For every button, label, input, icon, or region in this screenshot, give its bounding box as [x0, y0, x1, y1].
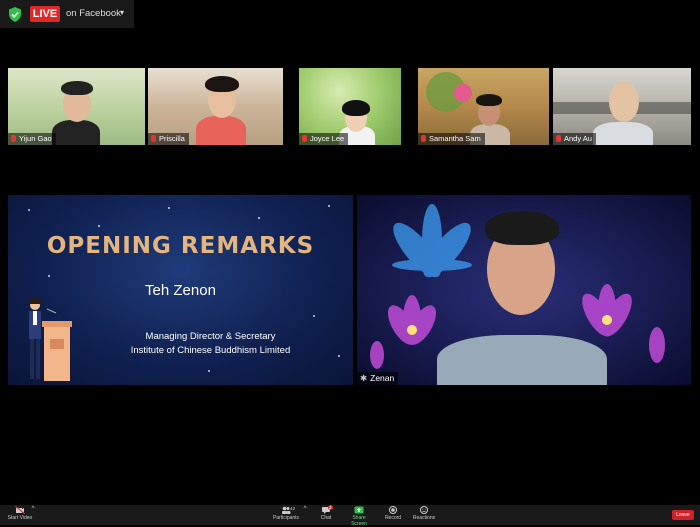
meeting-toolbar: Start Video ^ Participants 42 ^ Chat 3 S…	[0, 505, 700, 527]
mic-muted-icon	[302, 135, 307, 142]
participant-name-tag: Samantha Sam	[418, 133, 485, 145]
reactions-button[interactable]: Reactions	[412, 506, 436, 521]
leave-button[interactable]: Leave	[672, 510, 694, 520]
shared-screen-slide[interactable]: OPENING REMARKS Teh Zenon Managing Direc…	[8, 195, 353, 385]
mic-icon: ✱	[360, 373, 368, 383]
speaker-podium-illustration	[29, 298, 72, 381]
decorative-star	[328, 205, 330, 207]
record-button[interactable]: Record	[382, 506, 404, 521]
participants-label: Participants	[272, 515, 300, 521]
speaker-hair	[485, 211, 559, 245]
live-stream-bar: LIVE on Facebook ▾	[0, 0, 134, 28]
record-label: Record	[384, 515, 402, 521]
participant-tile-5[interactable]: Andy Au	[553, 68, 691, 145]
chat-unread-badge: 3	[328, 505, 333, 510]
participant-name-tag: Yijun Gao	[8, 133, 56, 145]
slide-speaker-role: Managing Director & Secretary	[145, 331, 276, 342]
participant-tile-3[interactable]: Joyce Lee	[299, 68, 401, 145]
decorative-star	[48, 275, 50, 277]
share-screen-icon	[354, 506, 364, 514]
participant-tile-2[interactable]: Priscilla	[148, 68, 283, 145]
decorative-star	[258, 217, 260, 219]
slide-title: OPENING REMARKS	[46, 233, 315, 259]
participant-name-tag: Andy Au	[553, 133, 596, 145]
active-speaker-video[interactable]: ✱ Zenan	[357, 195, 691, 385]
decorative-star	[28, 209, 30, 211]
participant-name-tag: Priscilla	[148, 133, 189, 145]
chat-label: Chat	[320, 515, 332, 521]
chat-button[interactable]: Chat 3	[316, 505, 336, 521]
security-shield-icon[interactable]	[8, 7, 22, 22]
record-icon	[389, 506, 397, 514]
decorative-star	[313, 315, 315, 317]
mic-muted-icon	[421, 135, 426, 142]
participants-button[interactable]: Participants 42	[270, 506, 302, 521]
participants-options-chevron-icon[interactable]: ^	[302, 506, 308, 512]
participant-tile-4[interactable]: Samantha Sam	[418, 68, 549, 145]
participants-count: 42	[290, 506, 296, 511]
chevron-down-icon[interactable]: ▾	[120, 8, 124, 17]
mic-muted-icon	[11, 135, 16, 142]
video-options-chevron-icon[interactable]: ^	[30, 506, 36, 512]
participant-name-tag: Joyce Lee	[299, 133, 349, 145]
decorative-star	[98, 225, 100, 227]
decorative-star	[168, 207, 170, 209]
share-screen-label: Share Screen	[351, 515, 367, 527]
video-camera-off-icon	[15, 506, 25, 514]
mic-muted-icon	[151, 135, 156, 142]
start-video-label: Start Video	[7, 515, 33, 521]
decorative-star	[208, 370, 210, 372]
mic-muted-icon	[556, 135, 561, 142]
share-screen-button[interactable]: Share Screen	[344, 506, 374, 527]
participant-name-tag: ✱ Zenan	[357, 372, 399, 385]
live-platform-label[interactable]: on Facebook	[66, 8, 121, 19]
reactions-label: Reactions	[412, 515, 436, 521]
participant-tile-1[interactable]: Yijun Gao	[8, 68, 145, 145]
speaker-body	[437, 335, 607, 385]
slide-organization: Institute of Chinese Buddhism Limited	[130, 345, 291, 356]
smiley-plus-icon	[420, 506, 428, 514]
live-badge[interactable]: LIVE	[30, 6, 60, 22]
